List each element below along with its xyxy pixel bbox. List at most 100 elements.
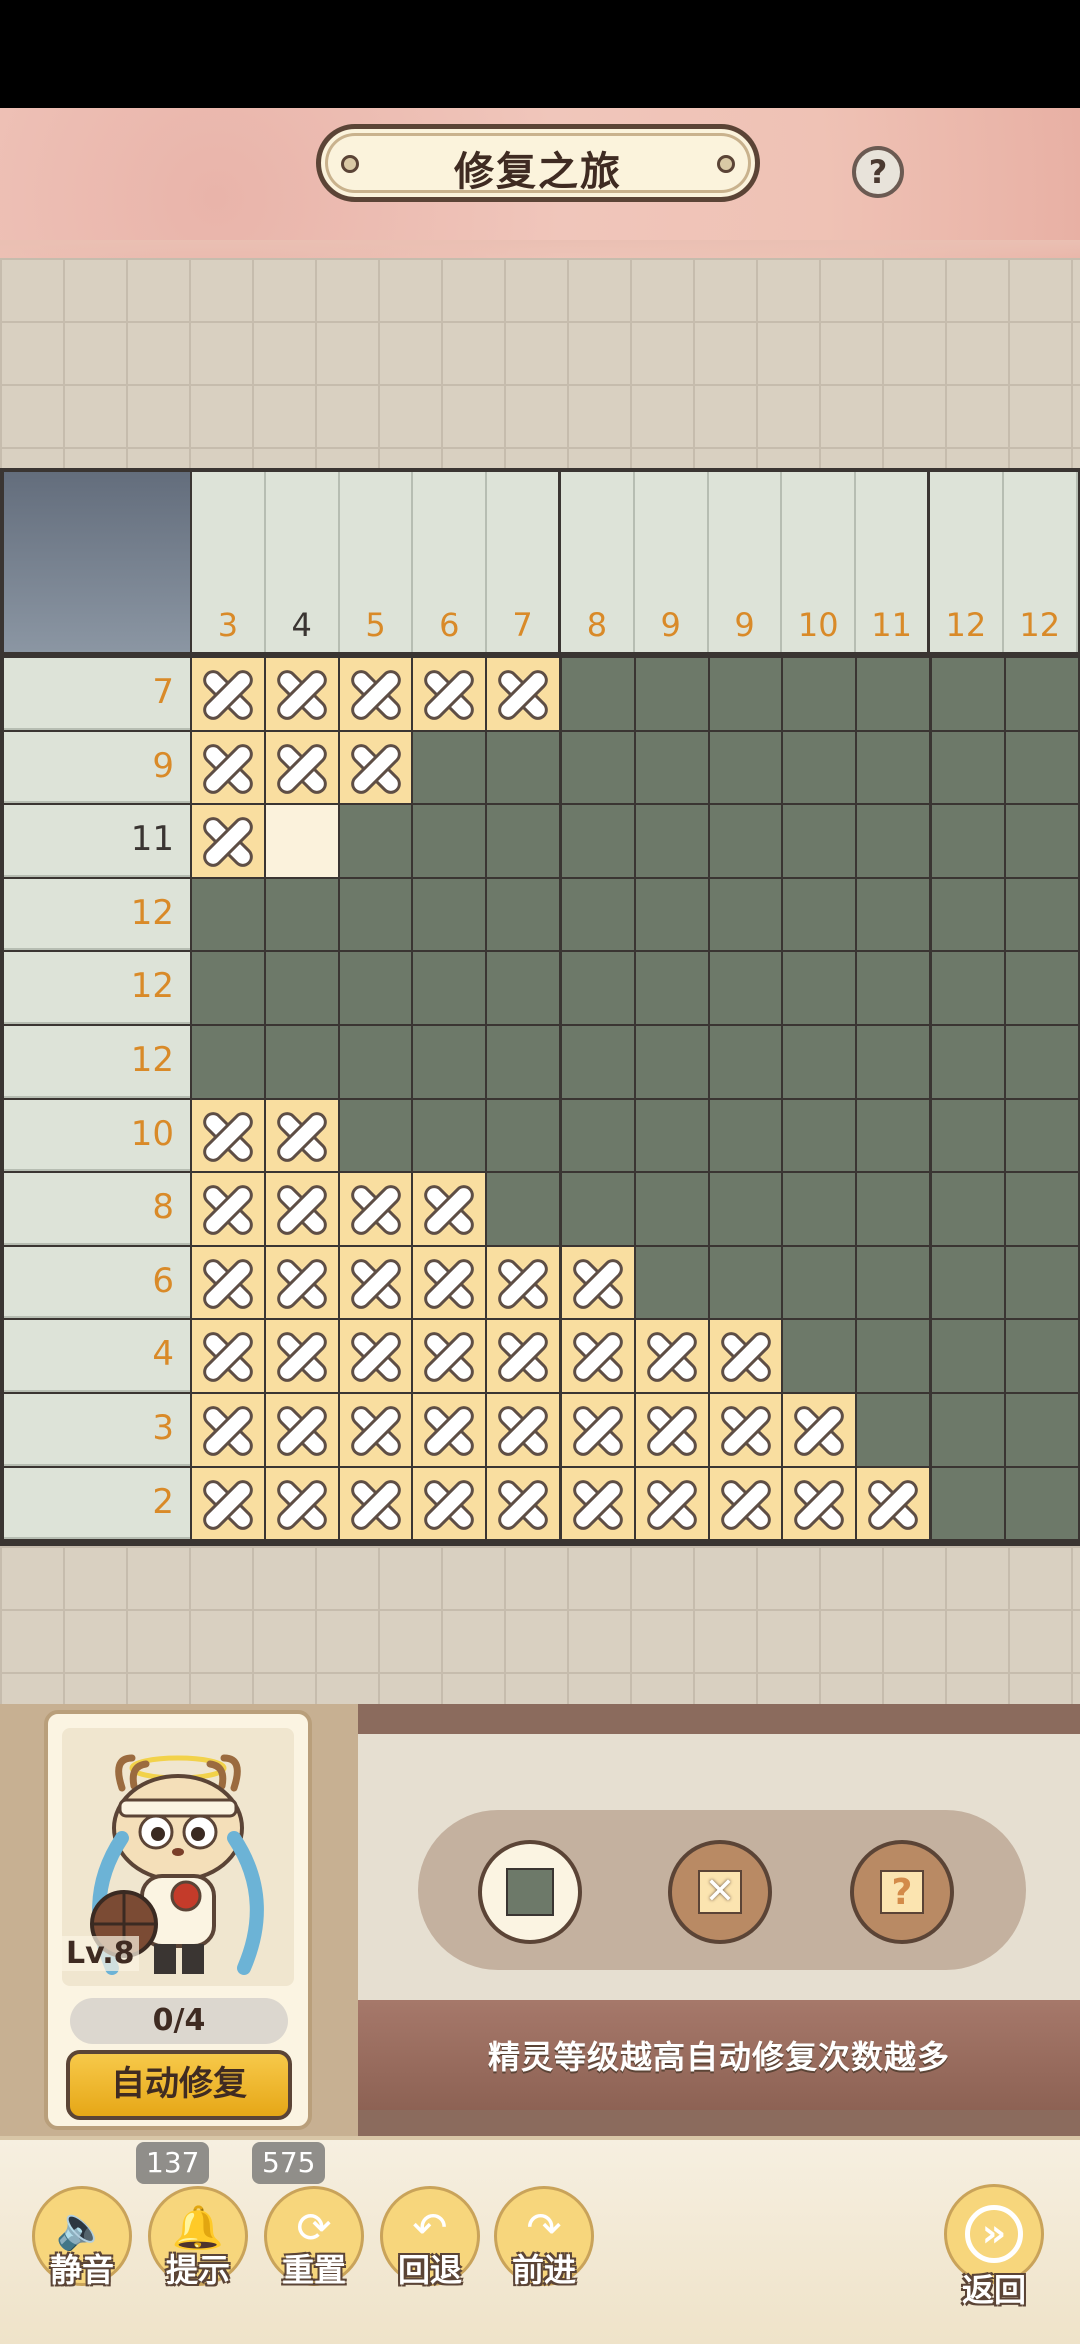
- grid-cell-crossed[interactable]: [709, 1394, 782, 1466]
- grid-cell-filled[interactable]: [932, 1173, 1004, 1245]
- grid-cell-filled[interactable]: [635, 1026, 708, 1098]
- grid-cell-filled[interactable]: [562, 731, 634, 804]
- grid-cell-crossed[interactable]: [487, 1467, 559, 1540]
- grid-cell-crossed[interactable]: [783, 1467, 856, 1540]
- grid-cell-filled[interactable]: [562, 1173, 634, 1245]
- grid-cell-filled[interactable]: [413, 1026, 486, 1098]
- grid-cell-filled[interactable]: [562, 805, 634, 877]
- grid-cell-filled[interactable]: [1005, 805, 1078, 877]
- grid-cell-crossed[interactable]: [192, 1320, 264, 1392]
- mute-button[interactable]: 🔈 静音: [32, 2186, 132, 2289]
- grid-cell-filled[interactable]: [1005, 1394, 1078, 1466]
- grid-cell-filled[interactable]: [413, 1099, 486, 1172]
- grid-cell-filled[interactable]: [932, 1320, 1004, 1392]
- grid-cell-filled[interactable]: [487, 731, 559, 804]
- grid-cell-crossed[interactable]: [413, 1246, 486, 1319]
- grid-cell-filled[interactable]: [265, 1026, 338, 1098]
- grid-cell-filled[interactable]: [339, 878, 412, 951]
- grid-cell-crossed[interactable]: [413, 1173, 486, 1245]
- grid-cell-filled[interactable]: [709, 878, 782, 951]
- grid-cell-filled[interactable]: [339, 1026, 412, 1098]
- grid-cell-filled[interactable]: [635, 1099, 708, 1172]
- grid-cell-filled[interactable]: [1005, 1467, 1078, 1540]
- grid-cell-crossed[interactable]: [265, 1320, 338, 1392]
- grid-cell-filled[interactable]: [857, 1394, 929, 1466]
- grid-cell-filled[interactable]: [709, 952, 782, 1024]
- grid-cell-filled[interactable]: [932, 1467, 1004, 1540]
- grid-cell-filled[interactable]: [857, 1099, 929, 1172]
- grid-cell-filled[interactable]: [932, 1026, 1004, 1098]
- grid-cell-filled[interactable]: [192, 952, 264, 1024]
- reset-button[interactable]: ⟳ 重置: [264, 2186, 364, 2289]
- grid-cell-filled[interactable]: [783, 1026, 856, 1098]
- grid-cell-crossed[interactable]: [635, 1394, 708, 1466]
- grid-cell-crossed[interactable]: [265, 1394, 338, 1466]
- grid-cell-filled[interactable]: [635, 658, 708, 730]
- grid-cell-filled[interactable]: [1005, 878, 1078, 951]
- grid-cell-filled[interactable]: [487, 1026, 559, 1098]
- grid-cell-crossed[interactable]: [192, 1099, 264, 1172]
- grid-cell-crossed[interactable]: [192, 805, 264, 877]
- grid-cell-filled[interactable]: [783, 1173, 856, 1245]
- grid-cell-crossed[interactable]: [562, 1246, 634, 1319]
- grid-cell-filled[interactable]: [635, 805, 708, 877]
- grid-cell-crossed[interactable]: [413, 1467, 486, 1540]
- grid-cell-filled[interactable]: [487, 805, 559, 877]
- grid-cell-crossed[interactable]: [339, 1467, 412, 1540]
- grid-cell-filled[interactable]: [487, 878, 559, 951]
- grid-cell-crossed[interactable]: [192, 1173, 264, 1245]
- grid-cell-filled[interactable]: [562, 878, 634, 951]
- grid-cell-crossed[interactable]: [192, 1394, 264, 1466]
- grid-cell-filled[interactable]: [1005, 952, 1078, 1024]
- grid-cell-crossed[interactable]: [339, 731, 412, 804]
- grid-cell-crossed[interactable]: [562, 1467, 634, 1540]
- grid-cell-filled[interactable]: [783, 731, 856, 804]
- grid-cell-crossed[interactable]: [192, 731, 264, 804]
- grid-cell-filled[interactable]: [487, 952, 559, 1024]
- grid-cell-filled[interactable]: [857, 658, 929, 730]
- grid-cell-filled[interactable]: [265, 952, 338, 1024]
- grid-cell-filled[interactable]: [635, 731, 708, 804]
- grid-cell-crossed[interactable]: [709, 1320, 782, 1392]
- grid-cell-crossed[interactable]: [192, 1246, 264, 1319]
- grid-cell-crossed[interactable]: [339, 1246, 412, 1319]
- grid-cell-filled[interactable]: [635, 952, 708, 1024]
- grid-cell-filled[interactable]: [487, 1099, 559, 1172]
- grid-cell-crossed[interactable]: [857, 1467, 929, 1540]
- grid-cell-filled[interactable]: [857, 1173, 929, 1245]
- grid-cell-filled[interactable]: [562, 952, 634, 1024]
- grid-cell-filled[interactable]: [413, 805, 486, 877]
- grid-cell-crossed[interactable]: [339, 1320, 412, 1392]
- grid-cell-filled[interactable]: [635, 1246, 708, 1319]
- grid-cell-crossed[interactable]: [783, 1394, 856, 1466]
- grid-cell-filled[interactable]: [265, 878, 338, 951]
- grid-cell-crossed[interactable]: [635, 1467, 708, 1540]
- help-button[interactable]: ?: [852, 146, 904, 198]
- grid-cell-crossed[interactable]: [562, 1320, 634, 1392]
- grid-cell-filled[interactable]: [857, 1320, 929, 1392]
- grid-cell-filled[interactable]: [1005, 1026, 1078, 1098]
- grid-cell-filled[interactable]: [413, 731, 486, 804]
- question-tool-button[interactable]: ?: [850, 1840, 954, 1944]
- grid-cell-filled[interactable]: [783, 1320, 856, 1392]
- grid-cell-filled[interactable]: [857, 805, 929, 877]
- grid-cell-crossed[interactable]: [265, 1246, 338, 1319]
- grid-cell-filled[interactable]: [562, 1099, 634, 1172]
- grid-cell-crossed[interactable]: [192, 1467, 264, 1540]
- grid-cell-filled[interactable]: [932, 878, 1004, 951]
- grid-cell-crossed[interactable]: [265, 1467, 338, 1540]
- grid-cell-filled[interactable]: [562, 1026, 634, 1098]
- grid-cell-crossed[interactable]: [265, 731, 338, 804]
- grid-cell-filled[interactable]: [857, 878, 929, 951]
- redo-button[interactable]: ↷ 前进: [494, 2186, 594, 2289]
- grid-cell-filled[interactable]: [709, 805, 782, 877]
- grid-cell-filled[interactable]: [1005, 731, 1078, 804]
- grid-cell-filled[interactable]: [932, 1099, 1004, 1172]
- grid-cell-empty[interactable]: [265, 805, 338, 877]
- auto-repair-button[interactable]: 自动修复: [66, 2050, 292, 2120]
- grid-cell-crossed[interactable]: [413, 1320, 486, 1392]
- grid-cell-filled[interactable]: [709, 1099, 782, 1172]
- grid-cell-filled[interactable]: [1005, 1246, 1078, 1319]
- grid-cell-filled[interactable]: [783, 805, 856, 877]
- grid-cell-crossed[interactable]: [339, 658, 412, 730]
